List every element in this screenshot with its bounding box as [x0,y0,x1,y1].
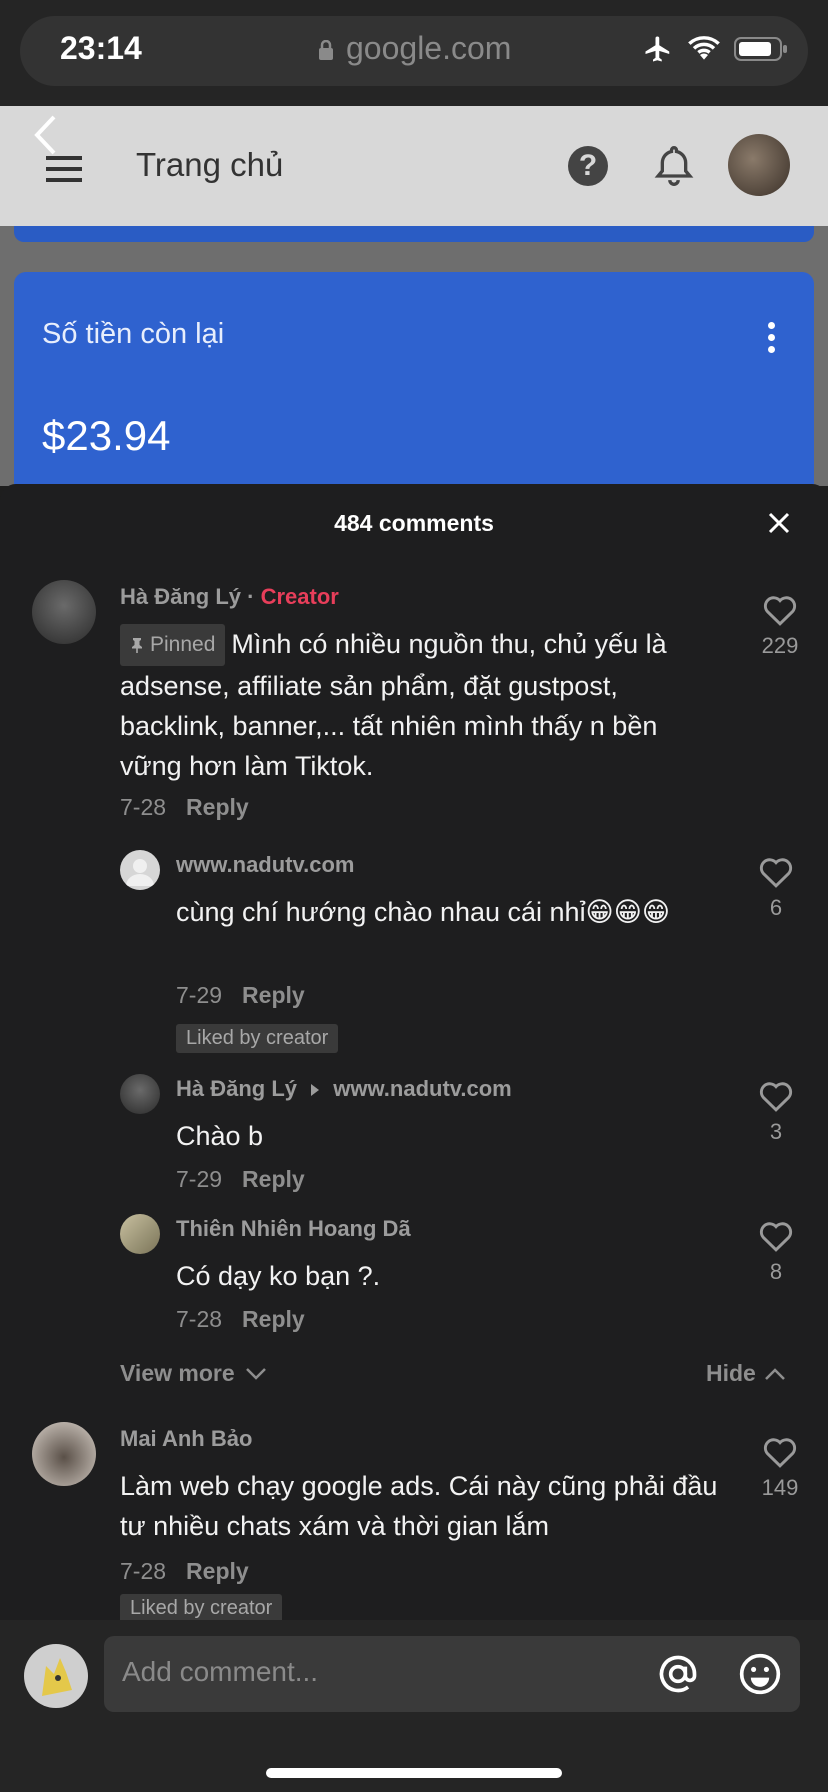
reply-author[interactable]: Thiên Nhiên Hoang Dã [176,1216,411,1242]
emoji-icon[interactable] [738,1652,782,1696]
reply-button[interactable]: Reply [242,1166,305,1192]
comment-meta: 7-28 Reply [120,794,249,821]
view-more-button[interactable]: View more [120,1360,267,1387]
account-avatar[interactable] [728,134,790,196]
menu-icon[interactable] [46,156,82,182]
reply-button[interactable]: Reply [186,1558,249,1584]
like-count: 3 [769,1119,783,1144]
reply-meta: 7-29 Reply [176,982,305,1009]
home-indicator[interactable] [266,1768,562,1778]
reply-button[interactable]: Reply [242,1306,305,1332]
reply-to-user[interactable]: www.nadutv.com [333,1076,511,1101]
reply-text: Chào b [176,1121,264,1151]
heart-icon[interactable] [758,1220,794,1252]
reply-button[interactable]: Reply [242,982,305,1008]
balance-card: Số tiền còn lại $23.94 [14,272,814,512]
help-icon[interactable]: ? [568,146,608,186]
comment-input-bar: Add comment... [0,1620,828,1792]
hide-replies-button[interactable]: Hide [706,1360,786,1387]
heart-icon[interactable] [762,594,798,626]
reply-date: 7-29 [176,1166,223,1192]
reply-meta: 7-29 Reply [176,1166,305,1193]
mention-icon[interactable] [656,1652,700,1696]
default-avatar-icon [126,859,154,886]
google-header: Trang chủ ? [0,106,828,226]
author-separator: · [241,584,261,609]
google-ads-page: Trang chủ ? Số tiền còn lại $23.94 [0,106,828,512]
chevron-down-icon [246,1368,266,1380]
reply-arrow-icon [311,1084,320,1096]
balance-amount: $23.94 [42,412,171,459]
status-time: 23:14 [60,30,142,66]
like-button[interactable]: 3 [746,1080,806,1145]
more-options-icon[interactable] [768,322,776,358]
comments-count-title: 484 comments [334,510,494,536]
comment-text: Làm web chạy google ads. Cái này cũng ph… [120,1471,718,1541]
close-icon[interactable] [766,510,792,536]
reply-text: cùng chí hướng chào nhau cái nhỉ😁😁😁 [176,897,671,927]
avatar[interactable] [120,850,160,890]
pin-icon [132,638,142,653]
liked-by-creator-container: Liked by creator [120,1594,283,1623]
url-text[interactable]: google.com [346,30,511,67]
comment-input[interactable]: Add comment... [104,1636,800,1712]
liked-by-creator-badge: Liked by creator [120,1594,283,1623]
battery-icon [734,37,787,61]
reply-author[interactable]: Hà Đăng Lý [176,1076,297,1101]
heart-icon[interactable] [762,1436,798,1468]
avatar[interactable] [120,1214,160,1254]
lock-icon [319,40,333,60]
wifi-icon [688,36,720,60]
comment-meta: 7-28 Reply [120,1558,249,1585]
chevron-up-icon [765,1368,786,1380]
reply-date: 7-28 [176,1306,223,1332]
bell-icon[interactable] [654,144,694,188]
card-edge [14,226,814,242]
reply-author[interactable]: www.nadutv.com [176,852,354,878]
status-bar: 23:14 google.com [0,0,828,106]
liked-by-creator-container: Liked by creator [176,1024,339,1053]
comment-date: 7-28 [120,1558,167,1584]
pinned-badge: Pinned [120,624,226,666]
like-button[interactable]: 8 [746,1220,806,1285]
like-count: 229 [761,633,799,658]
like-button[interactable]: 149 [750,1436,810,1501]
heart-icon[interactable] [758,1080,794,1112]
comment-text: Pinned Mình có nhiều nguồn thu, chủ yếu l… [120,624,720,786]
creator-tag: Creator [260,584,339,609]
comment-date: 7-28 [120,794,167,820]
page-title: Trang chủ [136,146,284,183]
reply-date: 7-29 [176,982,223,1008]
author-name[interactable]: Hà Đăng Lý [120,584,241,609]
my-avatar [24,1644,88,1708]
comments-sheet: 484 comments Hà Đăng Lý · Creator Pinned… [0,484,828,1792]
like-button[interactable]: 229 [750,594,810,659]
comment-author[interactable]: Hà Đăng Lý · Creator [120,584,339,610]
like-count: 149 [761,1475,799,1500]
dog-avatar-icon [42,1658,72,1696]
avatar[interactable] [32,580,96,644]
reply-author-line[interactable]: Hà Đăng Lý www.nadutv.com [176,1076,512,1102]
like-count: 6 [769,895,783,920]
like-count: 8 [769,1259,783,1284]
liked-by-creator-badge: Liked by creator [176,1024,339,1053]
like-button[interactable]: 6 [746,856,806,921]
reply-meta: 7-28 Reply [176,1306,305,1333]
back-icon[interactable] [32,114,58,156]
airplane-icon [645,36,670,62]
heart-icon[interactable] [758,856,794,888]
avatar[interactable] [120,1074,160,1114]
reply-button[interactable]: Reply [186,794,249,820]
reply-text: Có dạy ko bạn ?. [176,1261,381,1291]
comment-input-placeholder: Add comment... [122,1656,319,1687]
comment-author[interactable]: Mai Anh Bảo [120,1426,252,1452]
avatar[interactable] [32,1422,96,1486]
balance-label: Số tiền còn lại [42,318,225,350]
